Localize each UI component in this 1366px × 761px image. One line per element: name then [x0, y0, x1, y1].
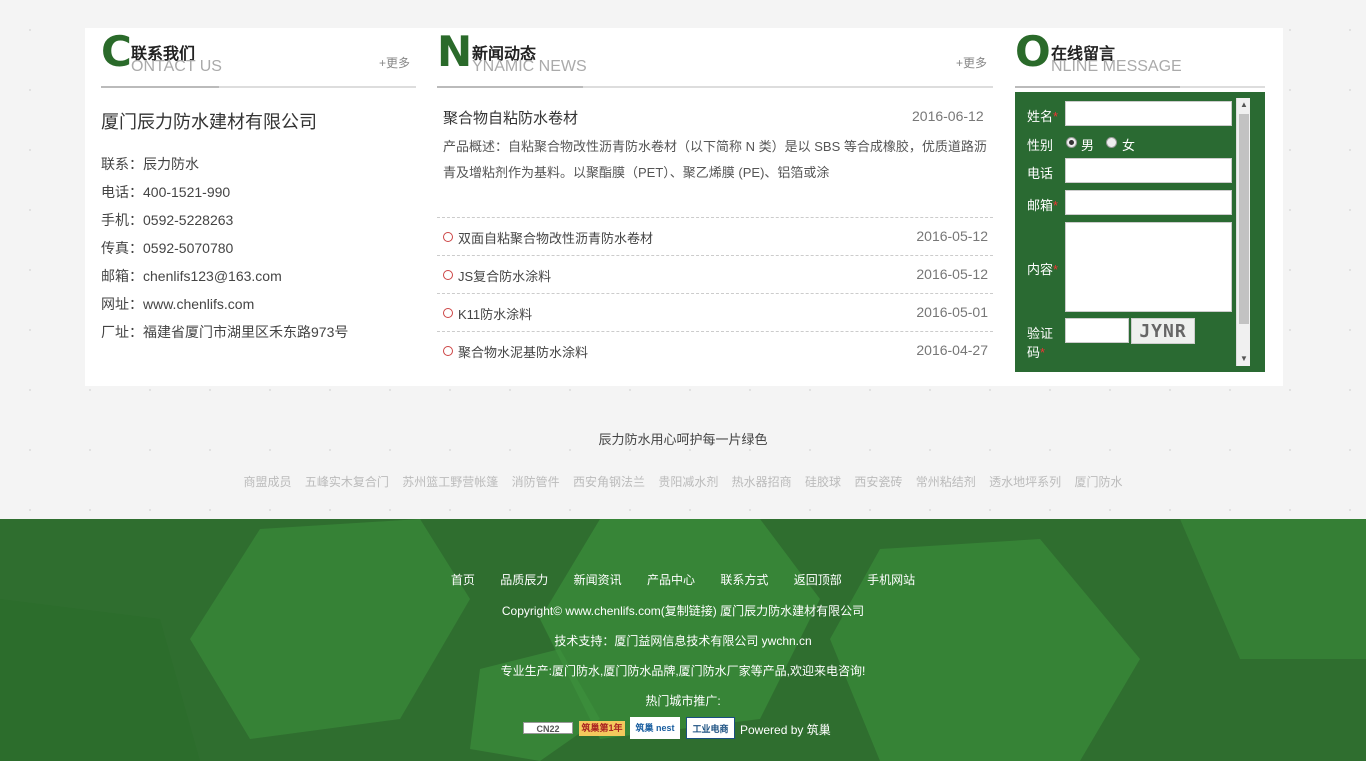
message-form: 姓名* 性别 男 女 电话 邮箱* 内容* 验证 码* JYNR ▲ ▼: [1015, 92, 1265, 372]
news-item-date: 2016-05-12: [916, 266, 988, 282]
scroll-down-arrow-icon[interactable]: ▼: [1237, 352, 1251, 366]
scroll-up-arrow-icon[interactable]: ▲: [1237, 98, 1251, 112]
friend-link[interactable]: 商盟成员: [244, 475, 292, 489]
bullet-circle-icon: [443, 346, 453, 356]
powered-by[interactable]: Powered by 筑巢: [740, 721, 831, 738]
phone-label: 电话: [1027, 166, 1054, 181]
news-item-title[interactable]: K11防水涂料: [458, 304, 532, 323]
footer-nav-products[interactable]: 产品中心: [647, 573, 695, 587]
bullet-circle-icon: [443, 270, 453, 280]
contact-phone: 电话：400-1521-990: [101, 184, 231, 200]
bullet-circle-icon: [443, 232, 453, 242]
footer-nav-back-to-top[interactable]: 返回顶部: [794, 573, 842, 587]
company-name: 厦门辰力防水建材有限公司: [101, 112, 317, 132]
news-item-title[interactable]: 聚合物水泥基防水涂料: [458, 342, 588, 361]
bullet-circle-icon: [443, 308, 453, 318]
footer-nav-news[interactable]: 新闻资讯: [574, 573, 622, 587]
contact-email[interactable]: 邮箱：chenlifs123@163.com: [101, 266, 282, 286]
friend-link[interactable]: 硅胶球: [805, 475, 841, 489]
news-list-item[interactable]: JS复合防水涂料 2016-05-12: [437, 255, 993, 293]
name-input[interactable]: [1065, 101, 1232, 126]
message-header-subtitle: NLINE MESSAGE: [1051, 58, 1182, 75]
friend-link[interactable]: 热水器招商: [732, 475, 792, 489]
news-list-item[interactable]: 双面自粘聚合物改性沥青防水卷材 2016-05-12: [437, 217, 993, 255]
friend-link[interactable]: 西安角钢法兰: [573, 475, 645, 489]
friend-link[interactable]: 消防管件: [512, 475, 560, 489]
message-header-letter: O: [1015, 27, 1051, 76]
friend-link[interactable]: 贵阳减水剂: [658, 475, 718, 489]
captcha-image[interactable]: JYNR: [1131, 318, 1195, 344]
footer-nav: 首页 品质辰力 新闻资讯 产品中心 联系方式 返回顶部 手机网站: [0, 571, 1366, 588]
form-scrollbar[interactable]: ▲ ▼: [1236, 98, 1250, 366]
contact-header: C 联系我们 ONTACT US +更多: [101, 28, 416, 88]
contact-person: 联系：辰力防水: [101, 156, 199, 172]
footer: 首页 品质辰力 新闻资讯 产品中心 联系方式 返回顶部 手机网站 Copyrig…: [0, 519, 1366, 761]
gender-male-radio[interactable]: [1066, 137, 1077, 148]
footer-copyright: Copyright© www.chenlifs.com(复制链接) 厦门辰力防水…: [501, 604, 865, 618]
message-header: O 在线留言 NLINE MESSAGE: [1015, 28, 1265, 88]
friend-link[interactable]: 苏州篮工野营帐篷: [402, 475, 498, 489]
gender-male-label: 男: [1081, 138, 1095, 153]
news-header-underline: [437, 86, 583, 88]
scroll-thumb[interactable]: [1239, 114, 1249, 324]
news-header-subtitle: YNAMIC NEWS: [472, 58, 587, 75]
email-input[interactable]: [1065, 190, 1232, 215]
friend-link[interactable]: 厦门防水: [1074, 475, 1122, 489]
news-list-item[interactable]: 聚合物水泥基防水涂料 2016-04-27: [437, 331, 993, 369]
news-item-date: 2016-05-01: [916, 304, 988, 320]
footer-production: 专业生产:厦门防水,厦门防水品牌,厦门防水厂家等产品,欢迎来电咨询!: [500, 664, 866, 678]
message-header-underline: [1015, 86, 1180, 88]
friend-link[interactable]: 五峰实木复合门: [305, 475, 389, 489]
news-featured-date: 2016-06-12: [912, 108, 984, 124]
industry-ecommerce-badge[interactable]: 工业电商: [686, 717, 735, 739]
nest-year-badge[interactable]: 筑巢第1年: [579, 721, 625, 736]
gender-label: 性别: [1027, 138, 1054, 153]
nest-logo-badge[interactable]: 筑巢 nest: [630, 717, 680, 739]
footer-nav-mobile[interactable]: 手机网站: [867, 573, 915, 587]
friend-link[interactable]: 透水地坪系列: [989, 475, 1061, 489]
contact-mobile: 手机：0592-5228263: [101, 212, 234, 228]
friend-link[interactable]: 常州粘结剂: [916, 475, 976, 489]
contact-address: 厂址：福建省厦门市湖里区禾东路973号: [101, 324, 349, 340]
footer-nav-quality[interactable]: 品质辰力: [500, 573, 548, 587]
footer-nav-home[interactable]: 首页: [451, 573, 475, 587]
footer-tech-support: 技术支持：厦门益网信息技术有限公司 ywchn.cn: [554, 634, 812, 648]
contact-header-letter: C: [101, 27, 132, 76]
news-header-letter: N: [437, 27, 473, 76]
content-label: 内容*: [1027, 262, 1059, 277]
contact-header-subtitle: ONTACT US: [131, 58, 222, 75]
news-item-title[interactable]: JS复合防水涂料: [458, 266, 551, 285]
news-item-date: 2016-04-27: [916, 342, 988, 358]
news-more-link[interactable]: +更多: [956, 54, 987, 71]
footer-nav-contact[interactable]: 联系方式: [720, 573, 768, 587]
news-featured-description: 产品概述：自粘聚合物改性沥青防水卷材（以下简称 N 类）是以 SBS 等合成橡胶…: [443, 139, 987, 180]
captcha-input[interactable]: [1065, 318, 1129, 343]
content-textarea[interactable]: [1065, 222, 1232, 312]
news-header: N 新闻动态 YNAMIC NEWS +更多: [437, 28, 993, 88]
cnzz-badge[interactable]: CN22: [523, 722, 573, 734]
gender-female-radio[interactable]: [1106, 137, 1117, 148]
contact-more-link[interactable]: +更多: [379, 54, 410, 71]
contact-fax: 传真：0592-5070780: [101, 240, 234, 256]
email-label: 邮箱*: [1027, 198, 1059, 213]
news-item-title[interactable]: 双面自粘聚合物改性沥青防水卷材: [458, 228, 653, 247]
gender-female-label: 女: [1122, 138, 1136, 153]
footer-hot-cities: 热门城市推广:: [645, 694, 721, 708]
captcha-label: 验证 码*: [1027, 326, 1054, 360]
contact-website[interactable]: 网址：www.chenlifs.com: [101, 294, 254, 314]
news-featured-title[interactable]: 聚合物自粘防水卷材: [443, 107, 578, 128]
contact-header-underline: [101, 86, 219, 88]
friend-link[interactable]: 西安瓷砖: [854, 475, 902, 489]
news-item-date: 2016-05-12: [916, 228, 988, 244]
name-label: 姓名*: [1027, 109, 1059, 124]
slogan: 辰力防水用心呵护每一片绿色: [598, 432, 768, 447]
news-list-item[interactable]: K11防水涂料 2016-05-01: [437, 293, 993, 331]
phone-input[interactable]: [1065, 158, 1232, 183]
friend-links: 商盟成员 五峰实木复合门 苏州篮工野营帐篷 消防管件 西安角钢法兰 贵阳减水剂 …: [0, 473, 1366, 490]
